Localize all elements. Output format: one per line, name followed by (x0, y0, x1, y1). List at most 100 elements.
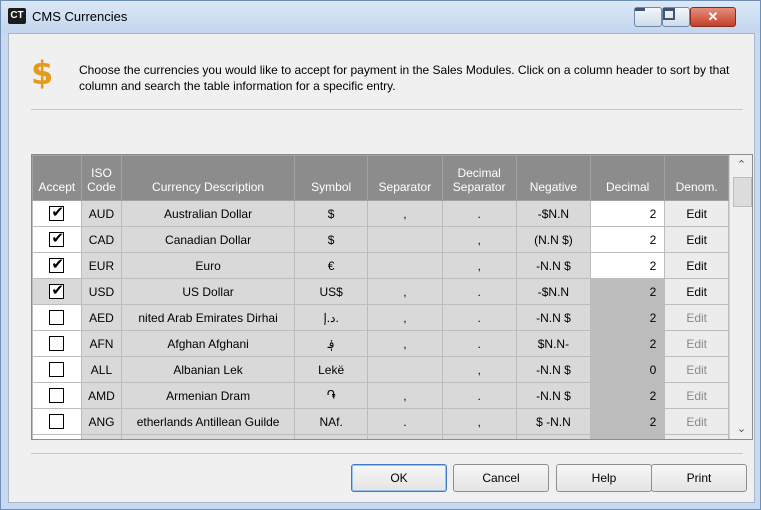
scrollbar-thumb[interactable] (733, 177, 752, 207)
accept-cell[interactable] (32, 330, 82, 357)
accept-cell[interactable] (32, 382, 82, 409)
iso-cell: CAD (80, 226, 123, 253)
description-cell: Euro (121, 252, 296, 279)
scroll-down-icon[interactable]: ⌄ (730, 419, 752, 439)
edit-denom-button[interactable]: Edit (664, 330, 729, 357)
ok-button[interactable]: OK (351, 464, 447, 492)
accept-checkbox[interactable] (49, 255, 65, 274)
edit-denom-button[interactable]: Edit (664, 304, 729, 331)
accept-cell[interactable] (32, 200, 82, 227)
separator-cell: , (367, 330, 443, 357)
edit-denom-button[interactable]: Edit (664, 226, 729, 253)
app-logo-icon: CT (8, 8, 26, 24)
negative-cell: -$N.N (515, 278, 592, 305)
accept-checkbox[interactable] (49, 281, 65, 300)
accept-checkbox[interactable] (49, 414, 65, 430)
edit-denom-button[interactable]: Edit (664, 200, 729, 227)
symbol-cell: $ (294, 226, 369, 253)
accept-cell[interactable] (32, 356, 82, 383)
description-cell: Australian Dollar (121, 200, 296, 227)
separator-cell: , (367, 382, 443, 409)
symbol-cell: $ (294, 200, 369, 227)
accept-cell[interactable] (32, 408, 82, 435)
column-header-accept[interactable]: Accept (32, 155, 82, 201)
cms-currencies-window: CT CMS Currencies ✕ $ Choose the currenc… (0, 0, 761, 510)
separator-cell: , (367, 200, 443, 227)
symbol-cell: ؋ (294, 330, 369, 357)
edit-denom-button[interactable]: Edit (664, 252, 729, 279)
table-row[interactable]: CAD Canadian Dollar $ , (N.N $) 2 Edit (32, 226, 729, 253)
decimal-cell[interactable]: 2 (590, 200, 666, 227)
divider (31, 109, 743, 110)
edit-denom-button[interactable]: Edit (664, 408, 729, 435)
decimal-cell: 2 (590, 382, 666, 409)
symbol-cell: ֏ (294, 382, 369, 409)
table-row[interactable]: ALL Albanian Lek Lekë , -N.N $ 0 Edit (32, 356, 729, 383)
column-header-decimal-separator[interactable]: Decimal Separator (441, 155, 517, 201)
decimal-separator-cell: . (441, 330, 517, 357)
iso-cell: EUR (80, 252, 123, 279)
accept-cell[interactable] (32, 252, 82, 279)
accept-cell[interactable] (32, 434, 82, 439)
column-header-denom[interactable]: Denom. (664, 155, 729, 201)
accept-checkbox[interactable] (49, 336, 65, 352)
maximize-button[interactable] (662, 7, 690, 27)
scroll-up-icon[interactable]: ⌃ (730, 155, 752, 175)
negative-cell: -N.N $ (515, 252, 592, 279)
decimal-cell: 2 (590, 304, 666, 331)
column-header-description[interactable]: Currency Description (121, 155, 296, 201)
accept-cell[interactable] (32, 226, 82, 253)
help-button[interactable]: Help (556, 464, 652, 492)
negative-cell: -N.N $ (515, 382, 592, 409)
description-cell: nited Arab Emirates Dirhai (121, 304, 296, 331)
currency-rows: AUD Australian Dollar $ , . -$N.N 2 Edit… (32, 200, 729, 439)
table-row[interactable]: EUR Euro € , -N.N $ 2 Edit (32, 252, 729, 279)
iso-cell: AFN (80, 330, 123, 357)
accept-cell[interactable] (32, 304, 82, 331)
description-cell: Canadian Dollar (121, 226, 296, 253)
iso-cell: AUD (80, 200, 123, 227)
accept-checkbox[interactable] (49, 388, 65, 404)
window-title: CMS Currencies (32, 9, 128, 24)
column-header-decimal[interactable]: Decimal (590, 155, 666, 201)
decimal-separator-cell: , (441, 252, 517, 279)
edit-denom-button[interactable]: Edit (664, 278, 729, 305)
minimize-button[interactable] (634, 7, 662, 27)
close-button[interactable]: ✕ (690, 7, 736, 27)
column-header-negative[interactable]: Negative (515, 155, 592, 201)
table-row[interactable]: AFN Afghan Afghani ؋ , . $N.N- 2 Edit (32, 330, 729, 357)
decimal-cell[interactable]: 2 (590, 226, 666, 253)
accept-checkbox[interactable] (49, 203, 65, 222)
title-bar[interactable]: CT CMS Currencies ✕ (1, 1, 760, 33)
column-header-separator[interactable]: Separator (367, 155, 443, 201)
cancel-button[interactable]: Cancel (453, 464, 549, 492)
minimize-icon (635, 8, 645, 11)
separator-cell: . (367, 408, 443, 435)
negative-cell: -N.N $ (515, 304, 592, 331)
table-row[interactable]: AUD Australian Dollar $ , . -$N.N 2 Edit (32, 200, 729, 227)
accept-checkbox[interactable] (49, 229, 65, 248)
table-row[interactable]: ANG etherlands Antillean Guilde NAf. . ,… (32, 408, 729, 435)
decimal-separator-cell: . (441, 382, 517, 409)
table-row[interactable]: AMD Armenian Dram ֏ , . -N.N $ 2 Edit (32, 382, 729, 409)
table-row[interactable]: USD US Dollar US$ , . -$N.N 2 Edit (32, 278, 729, 305)
accept-checkbox[interactable] (49, 362, 65, 378)
accept-checkbox[interactable] (49, 310, 65, 326)
separator-cell (367, 356, 443, 383)
vertical-scrollbar[interactable]: ⌃ ⌄ (729, 155, 752, 439)
accept-cell[interactable] (32, 278, 82, 305)
edit-denom-button[interactable]: Edit (664, 382, 729, 409)
currencies-grid: Accept ISO Code Currency Description Symb… (31, 154, 753, 440)
table-row[interactable]: AED nited Arab Emirates Dirhai د.إ. , . … (32, 304, 729, 331)
iso-cell: ALL (80, 356, 123, 383)
decimal-cell[interactable]: 2 (590, 252, 666, 279)
table-row-partial[interactable] (32, 434, 729, 439)
print-button[interactable]: Print (651, 464, 747, 492)
edit-denom-button[interactable]: Edit (664, 356, 729, 383)
iso-cell: ANG (80, 408, 123, 435)
symbol-cell: NAf. (294, 408, 369, 435)
close-icon: ✕ (707, 9, 719, 24)
column-header-iso-code[interactable]: ISO Code (80, 155, 123, 201)
negative-cell: $N.N- (515, 330, 592, 357)
column-header-symbol[interactable]: Symbol (294, 155, 369, 201)
